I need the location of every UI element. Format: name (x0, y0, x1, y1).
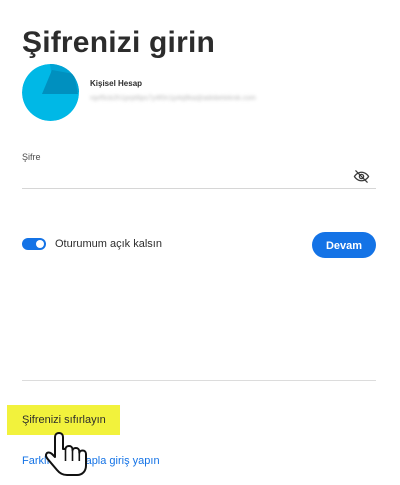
password-label: Şifre (22, 152, 41, 162)
avatar (22, 64, 79, 121)
password-input[interactable] (22, 164, 352, 188)
hand-pointer-icon (44, 430, 94, 480)
remember-me-label: Oturumum açık kalsın (55, 238, 162, 250)
reset-password-link[interactable]: Şifrenizi sıfırlayın (22, 414, 106, 426)
account-email: rqvf5cb2h1prpt6ps7y4f0n1p4q8ka@adobetekn… (90, 95, 256, 102)
remember-me-toggle[interactable] (22, 238, 46, 250)
divider (22, 380, 376, 381)
eye-off-icon[interactable] (353, 168, 370, 185)
toggle-knob (36, 240, 44, 248)
continue-button[interactable]: Devam (312, 232, 376, 258)
page-title: Şifrenizi girin (22, 26, 216, 60)
avatar-graphic (22, 64, 79, 121)
account-name: Kişisel Hesap (90, 79, 143, 88)
password-underline (22, 188, 376, 189)
